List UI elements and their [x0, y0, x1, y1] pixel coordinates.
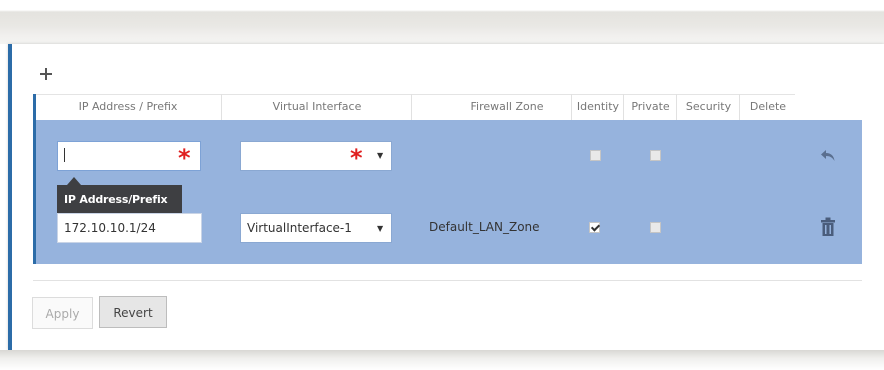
identity-checkbox-new[interactable]: [590, 150, 601, 161]
col-identity: Identity: [571, 94, 624, 120]
chevron-down-icon: ▼: [377, 224, 384, 233]
undo-icon[interactable]: [820, 148, 836, 162]
col-private: Private: [623, 94, 677, 120]
required-marker-ip: *: [178, 144, 191, 172]
virtual-interface-field[interactable]: VirtualInterface-1: [240, 213, 392, 243]
col-security: Security: [676, 94, 740, 120]
virtual-interface-label: VirtualInterface-1: [247, 221, 352, 235]
col-delete: Delete: [739, 94, 796, 120]
revert-button[interactable]: Revert: [99, 296, 167, 328]
bottom-band: [0, 350, 884, 370]
form-separator: [33, 280, 862, 281]
col-ip-address: IP Address / Prefix: [78, 100, 178, 113]
table-left-edge: [33, 94, 36, 264]
plus-icon[interactable]: [38, 66, 54, 82]
text-cursor: [64, 148, 65, 162]
ip-address-tooltip: IP Address/Prefix: [57, 177, 182, 215]
col-virtual-interface: Virtual Interface: [221, 94, 412, 120]
private-checkbox-new[interactable]: [650, 150, 661, 161]
identity-checkbox[interactable]: [589, 222, 600, 233]
firewall-zone-value: Default_LAN_Zone: [429, 220, 540, 234]
top-header-band: [0, 0, 884, 44]
panel-accent-bar: [8, 44, 12, 350]
trash-icon[interactable]: [820, 217, 836, 237]
apply-button[interactable]: Apply: [32, 297, 93, 329]
ip-address-field[interactable]: 172.10.10.1/24: [57, 213, 202, 243]
required-marker-vi: *: [350, 144, 363, 172]
chevron-down-icon: ▼: [377, 151, 384, 160]
private-checkbox[interactable]: [650, 222, 661, 233]
virtual-interface-select[interactable]: [240, 141, 392, 171]
